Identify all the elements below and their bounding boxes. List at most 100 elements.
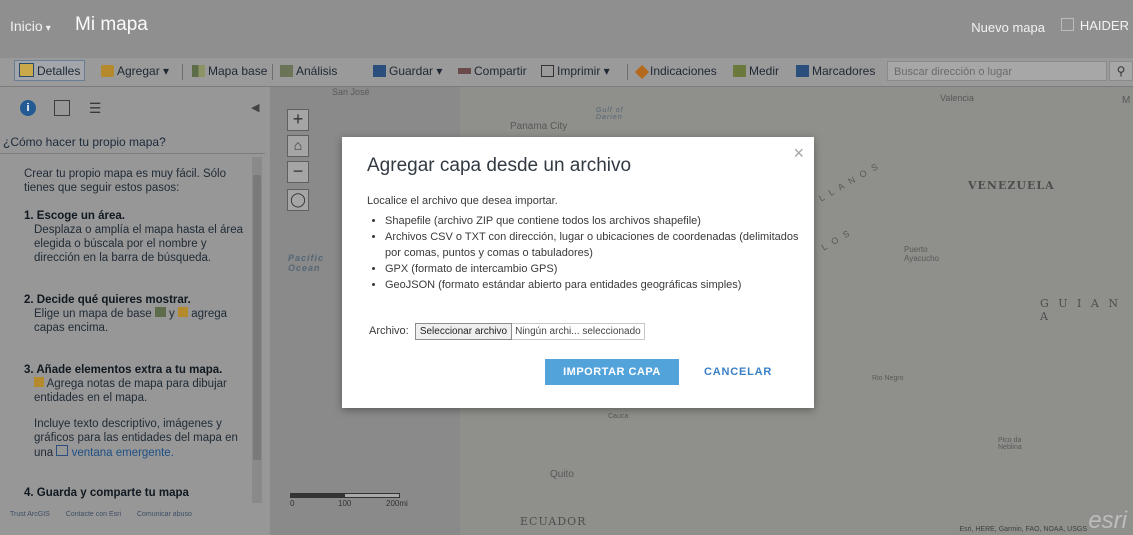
- map-label-gulf: Gulf of Darien: [596, 107, 624, 121]
- top-header: Inicio ▾ Mi mapa Nuevo mapa HAIDER: [0, 0, 1133, 58]
- measure-label: Medir: [749, 64, 780, 78]
- basemap-button[interactable]: Mapa base: [192, 64, 267, 78]
- map-label-pico: Pico da Neblina: [998, 437, 1022, 451]
- step-3-text: Agrega notas de mapa para dibujar entida…: [24, 377, 248, 405]
- step-4-title: 4. Guarda y comparte tu mapa: [24, 487, 189, 499]
- map-notes-icon: [34, 377, 44, 387]
- step-3-text-label: Agrega notas de mapa para dibujar entida…: [34, 378, 227, 404]
- popup-link[interactable]: ventana emergente.: [72, 447, 174, 459]
- cancel-button[interactable]: CANCELAR: [704, 359, 772, 385]
- scale-label-200: 200mi: [386, 499, 408, 508]
- info-icon[interactable]: i: [20, 99, 36, 116]
- scale-bar: 0 100 200mi: [290, 493, 410, 508]
- map-toolbar: Detalles Agregar ▾ Mapa base Análisis Gu…: [0, 58, 1133, 87]
- analysis-label: Análisis: [296, 64, 338, 78]
- popup-icon: [56, 445, 69, 456]
- user-menu[interactable]: HAIDER: [1060, 18, 1129, 33]
- bookmark-icon: [796, 65, 809, 77]
- print-button[interactable]: Imprimir ▾: [541, 64, 610, 78]
- map-label-guiana: G U I A N A: [1040, 297, 1121, 323]
- scale-bar-graphic: [290, 493, 400, 498]
- chevron-down-icon: ▾: [436, 64, 443, 78]
- chevron-down-icon: ▾: [603, 64, 610, 78]
- footer-link-abuse[interactable]: Comunicar abuso: [137, 511, 192, 518]
- bookmarks-label: Marcadores: [812, 64, 876, 78]
- search-icon: ⚲: [1116, 64, 1126, 78]
- map-attribution[interactable]: Esri, HERE, Garmin, FAO, NOAA, USGS: [959, 526, 1087, 533]
- zoom-out-button[interactable]: −: [287, 161, 309, 183]
- map-label-puerto: Puerto Ayacucho: [904, 245, 939, 263]
- panel-footer: Trust ArcGIS Contacte con Esri Comunicar…: [10, 511, 206, 518]
- instructions: Crear tu propio mapa es muy fácil. Sólo …: [24, 167, 248, 500]
- map-label-quito: Quito: [550, 469, 574, 480]
- search-input[interactable]: Buscar dirección o lugar: [887, 61, 1107, 81]
- add-layer-dialog: × Agregar capa desde un archivo Localice…: [342, 137, 814, 408]
- file-row: Archivo: Seleccionar archivo Ningún archi…: [369, 323, 645, 340]
- home-label: Inicio: [10, 18, 43, 34]
- step-3-title: 3. Añade elementos extra a tu mapa.: [24, 364, 223, 376]
- details-icon: [19, 63, 34, 77]
- details-panel: i ☰ ◀ ¿Cómo hacer tu propio mapa? Crear …: [0, 87, 270, 535]
- directions-label: Indicaciones: [650, 64, 717, 78]
- step-3-text-2: Incluye texto descriptivo, imágenes y gr…: [24, 417, 248, 460]
- details-button[interactable]: Detalles: [14, 60, 86, 81]
- print-label: Imprimir: [557, 64, 601, 78]
- share-button[interactable]: Compartir: [458, 64, 527, 78]
- toolbar-divider: [182, 64, 183, 80]
- scale-label-100: 100: [338, 499, 352, 508]
- new-map-link[interactable]: Nuevo mapa: [971, 20, 1045, 35]
- panel-scrollbar[interactable]: [252, 157, 262, 503]
- analysis-button[interactable]: Análisis: [280, 64, 337, 78]
- directions-icon: [634, 64, 650, 80]
- home-menu[interactable]: Inicio ▾: [10, 18, 57, 34]
- zoom-in-button[interactable]: +: [287, 109, 309, 131]
- directions-button[interactable]: Indicaciones: [634, 64, 717, 80]
- map-label-panama-city: Panama City: [510, 121, 568, 132]
- step-2-text: Elige un mapa de base y agrega capas enc…: [24, 307, 248, 335]
- flag-icon: [1060, 18, 1074, 31]
- format-item: GPX (formato de intercambio GPS): [385, 261, 815, 277]
- choose-file-button[interactable]: Seleccionar archivo: [414, 323, 513, 340]
- measure-button[interactable]: Medir: [733, 64, 779, 78]
- search-button[interactable]: ⚲: [1109, 61, 1133, 81]
- footer-link-contact[interactable]: Contacte con Esri: [66, 511, 121, 518]
- locate-button[interactable]: ◯: [287, 189, 309, 211]
- map-label-san-jose: San José: [332, 87, 370, 97]
- add-button[interactable]: Agregar ▾: [101, 64, 169, 78]
- import-layer-button[interactable]: IMPORTAR CAPA: [545, 359, 679, 385]
- toolbar-divider: [272, 64, 273, 80]
- map-title: Mi mapa: [75, 14, 148, 35]
- add-layer-icon: [101, 65, 114, 77]
- footer-link-trust[interactable]: Trust ArcGIS: [10, 511, 50, 518]
- dialog-title: Agregar capa desde un archivo: [367, 155, 632, 176]
- step-2-title: 2. Decide qué quieres mostrar.: [24, 294, 191, 306]
- basemap-icon: [192, 65, 205, 77]
- format-item: Shapefile (archivo ZIP que contiene todo…: [385, 213, 815, 229]
- panel-tabs: i ☰: [20, 99, 119, 117]
- step-2-text-a: Elige un mapa de base: [34, 308, 152, 320]
- bookmarks-button[interactable]: Marcadores: [796, 64, 875, 78]
- user-name: HAIDER: [1079, 18, 1129, 33]
- share-label: Compartir: [474, 64, 527, 78]
- format-item: GeoJSON (formato estándar abierto para e…: [385, 277, 815, 293]
- format-item: Archivos CSV o TXT con dirección, lugar …: [385, 229, 815, 261]
- legend-icon[interactable]: [54, 99, 71, 116]
- content-list-icon[interactable]: ☰: [89, 100, 105, 116]
- step-1-title: 1. Escoge un área.: [24, 210, 125, 222]
- basemap-icon: [154, 307, 166, 317]
- save-button[interactable]: Guardar ▾: [373, 64, 442, 78]
- dialog-intro: Localice el archivo que desea importar.: [367, 195, 558, 207]
- share-icon: [458, 68, 471, 74]
- format-list: Shapefile (archivo ZIP que contiene todo…: [373, 213, 815, 293]
- collapse-panel-icon[interactable]: ◀: [251, 101, 259, 114]
- esri-logo: esri: [1088, 507, 1127, 534]
- details-label: Detalles: [37, 64, 81, 78]
- home-button[interactable]: ⌂: [287, 135, 309, 157]
- save-label: Guardar: [389, 64, 434, 78]
- analysis-icon: [280, 65, 293, 77]
- scrollbar-thumb[interactable]: [253, 175, 261, 460]
- file-label: Archivo:: [369, 325, 409, 337]
- file-status: Ningún archi... seleccionado: [512, 323, 645, 340]
- map-label-rio-negro: Rio Negro: [872, 375, 904, 382]
- close-icon[interactable]: ×: [793, 143, 804, 164]
